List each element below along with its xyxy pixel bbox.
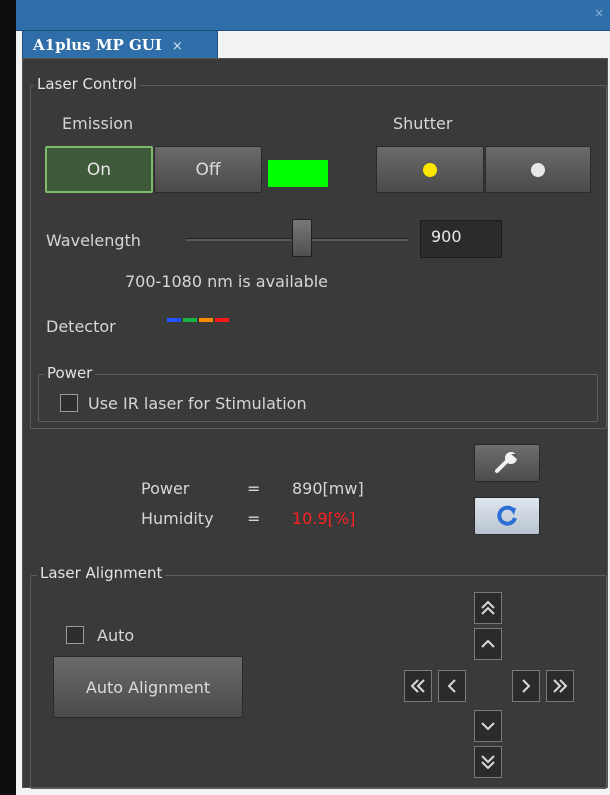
power-equals: = (247, 479, 261, 498)
move-down-button[interactable] (474, 710, 502, 742)
auto-label: Auto (97, 626, 135, 645)
move-left-fast-button[interactable] (404, 670, 432, 702)
chevron-right-icon (522, 679, 531, 693)
tab-title: A1plus MP GUI (33, 36, 162, 54)
power-legend: Power (44, 364, 96, 382)
double-chevron-right-icon (553, 679, 568, 693)
emission-status-indicator (268, 160, 328, 187)
shutter-open-dot-icon (423, 162, 437, 177)
auto-checkbox[interactable] (66, 626, 84, 644)
window-left-edge (0, 0, 16, 795)
chevron-up-icon (481, 639, 495, 648)
move-up-button[interactable] (474, 628, 502, 660)
detector-channels-icon (167, 311, 231, 325)
move-right-button[interactable] (512, 670, 540, 702)
chevron-down-icon (481, 722, 495, 731)
wavelength-label: Wavelength (46, 231, 141, 250)
refresh-icon (497, 505, 517, 526)
shutter-label: Shutter (393, 114, 453, 133)
move-right-fast-button[interactable] (546, 670, 574, 702)
double-chevron-left-icon (410, 679, 425, 693)
shutter-close-button[interactable] (485, 146, 591, 193)
move-down-fast-button[interactable] (474, 746, 502, 778)
titlebar-close-icon[interactable]: × (594, 6, 604, 20)
move-up-fast-button[interactable] (474, 592, 502, 624)
power-readout-label: Power (141, 479, 190, 498)
chevron-left-icon (447, 679, 456, 693)
wavelength-range-text: 700-1080 nm is available (125, 272, 329, 291)
refresh-button[interactable] (474, 497, 540, 535)
humidity-equals: = (247, 509, 261, 528)
move-left-button[interactable] (438, 670, 466, 702)
window-titlebar: × (16, 0, 610, 31)
emission-off-button[interactable]: Off (154, 146, 262, 193)
shutter-closed-dot-icon (531, 162, 545, 177)
laser-control-legend: Laser Control (34, 75, 140, 93)
tab-close-icon[interactable]: × (172, 39, 183, 54)
detector-label: Detector (46, 317, 116, 336)
shutter-open-button[interactable] (376, 146, 484, 193)
emission-label: Emission (62, 114, 134, 133)
laser-alignment-legend: Laser Alignment (37, 564, 166, 582)
double-chevron-up-icon (481, 600, 495, 615)
ir-stimulation-checkbox[interactable] (60, 394, 78, 412)
double-chevron-down-icon (481, 755, 495, 770)
wavelength-input[interactable]: 900 (420, 220, 502, 258)
humidity-readout-label: Humidity (141, 509, 214, 528)
auto-alignment-button[interactable]: Auto Alignment (53, 656, 243, 718)
emission-on-button[interactable]: On (45, 146, 153, 193)
settings-button[interactable] (474, 444, 540, 482)
wavelength-slider-handle[interactable] (292, 219, 312, 257)
power-readout-value: 890[mw] (292, 479, 364, 498)
tab-a1plus-mp-gui[interactable]: A1plus MP GUI × (22, 30, 218, 58)
wrench-icon (495, 452, 517, 473)
humidity-readout-value: 10.9[%] (292, 509, 356, 528)
ir-stimulation-label: Use IR laser for Stimulation (88, 394, 307, 413)
